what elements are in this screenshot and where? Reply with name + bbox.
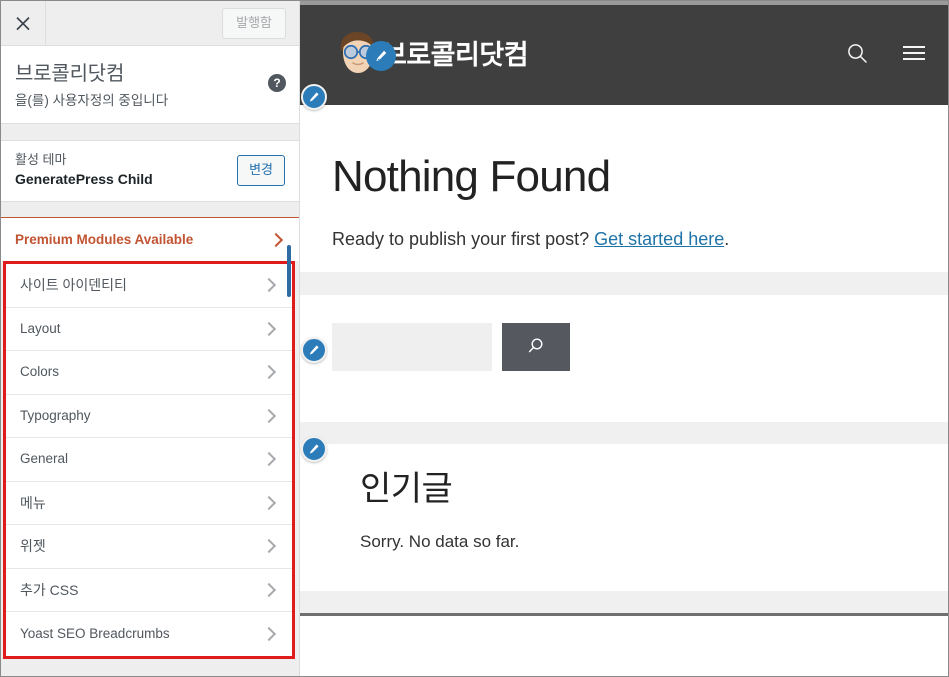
chevron-right-icon <box>261 582 277 597</box>
sidebar-item-widgets[interactable]: 위젯 <box>6 525 292 569</box>
active-theme-label: 활성 테마 <box>15 152 67 167</box>
customizer-sidebar: 발행함 브로콜리닷컴 을(를) 사용자정의 중입니다 ? 활성 테마 Gener… <box>1 1 300 676</box>
search-icon <box>526 336 546 359</box>
section-separator-band-3 <box>300 591 948 613</box>
sidebar-item-typography[interactable]: Typography <box>6 394 292 438</box>
chevron-right-icon <box>261 626 277 641</box>
sidebar-item-label: General <box>20 451 69 467</box>
site-title[interactable]: 브로콜리닷컴 <box>382 38 529 72</box>
help-question-icon[interactable]: ? <box>268 74 286 92</box>
sidebar-item-colors[interactable]: Colors <box>6 351 292 395</box>
pencil-edit-icon-popular-shortcut[interactable] <box>301 436 327 462</box>
pencil-edit-icon[interactable] <box>366 41 396 71</box>
chevron-right-icon <box>261 495 277 510</box>
search-submit-button[interactable] <box>502 323 570 371</box>
chevron-right-icon <box>261 365 277 380</box>
site-name-title: 브로콜리닷컴 <box>15 63 125 85</box>
main-content-block: Nothing Found Ready to publish your firs… <box>300 105 948 272</box>
active-theme-row: 활성 테마 GeneratePress Child 변경 <box>1 140 299 202</box>
sidebar-item-additional-css[interactable]: 추가 CSS <box>6 568 292 612</box>
sidebar-item-label: 추가 CSS <box>20 581 79 598</box>
customizer-action-bar: 발행함 <box>1 1 299 46</box>
pencil-edit-icon-header-shortcut[interactable] <box>301 84 327 110</box>
chevron-right-icon <box>261 278 277 293</box>
publish-button[interactable]: 발행함 <box>222 7 286 39</box>
search-widget <box>332 323 948 371</box>
get-started-link[interactable]: Get started here <box>594 229 724 249</box>
customizing-subtitle: 을(를) 사용자정의 중입니다 <box>15 93 169 108</box>
preview-bottom-rule <box>300 613 948 616</box>
active-theme-info: 활성 테마 GeneratePress Child <box>15 151 237 189</box>
action-bar-spacer <box>46 1 222 45</box>
sidebar-item-general[interactable]: General <box>6 438 292 482</box>
premium-modules-label: Premium Modules Available <box>15 231 194 247</box>
sidebar-item-label: 위젯 <box>20 538 46 555</box>
search-widget-block <box>300 295 948 422</box>
sidebar-item-yoast-seo-breadcrumbs[interactable]: Yoast SEO Breadcrumbs <box>6 612 292 656</box>
header-icon-group <box>846 42 926 69</box>
site-header: 브로콜리닷컴 <box>300 5 948 105</box>
close-x-icon <box>15 15 31 31</box>
first-post-prompt-text: Ready to publish your first post? <box>332 229 590 249</box>
search-input[interactable] <box>332 323 492 371</box>
popular-posts-heading: 인기글 <box>360 470 453 508</box>
chevron-right-icon <box>261 321 277 336</box>
sidebar-item-label: Typography <box>20 407 91 423</box>
customizer-section-list: 사이트 아이덴티티 Layout Colors Typography Gener… <box>3 261 295 659</box>
sidebar-item-label: 메뉴 <box>20 494 46 511</box>
section-separator-band-2 <box>300 422 948 444</box>
site-branding: 브로콜리닷컴 <box>330 27 846 83</box>
sidebar-scrollbar-track[interactable] <box>287 105 295 677</box>
close-customizer-button[interactable] <box>1 1 46 45</box>
popular-posts-block: 인기글 Sorry. No data so far. <box>300 436 948 591</box>
panel-gap-2 <box>1 202 299 217</box>
search-icon[interactable] <box>846 42 868 69</box>
premium-modules-row[interactable]: Premium Modules Available <box>1 217 299 261</box>
sidebar-item-label: Layout <box>20 320 61 336</box>
hamburger-menu-icon[interactable] <box>902 44 926 67</box>
sidebar-item-site-identity[interactable]: 사이트 아이덴티티 <box>6 264 292 308</box>
page-title: Nothing Found <box>332 152 611 201</box>
panel-gap <box>1 124 299 140</box>
sidebar-item-label: Colors <box>20 364 60 380</box>
chevron-right-icon <box>261 452 277 467</box>
chevron-right-icon <box>261 408 277 423</box>
section-separator-band-1 <box>300 272 948 295</box>
first-post-prompt: Ready to publish your first post? Get st… <box>332 226 948 252</box>
customizer-screen: 발행함 브로콜리닷컴 을(를) 사용자정의 중입니다 ? 활성 테마 Gener… <box>0 0 949 677</box>
active-theme-name: GeneratePress Child <box>15 171 153 187</box>
customizer-title-panel: 브로콜리닷컴 을(를) 사용자정의 중입니다 ? <box>1 46 299 124</box>
sidebar-item-label: 사이트 아이덴티티 <box>20 277 127 294</box>
site-avatar-logo[interactable] <box>330 27 396 83</box>
sidebar-item-label: Yoast SEO Breadcrumbs <box>20 625 170 641</box>
sidebar-item-layout[interactable]: Layout <box>6 307 292 351</box>
sidebar-item-menus[interactable]: 메뉴 <box>6 481 292 525</box>
popular-posts-empty-message: Sorry. No data so far. <box>360 532 520 551</box>
chevron-right-icon <box>261 539 277 554</box>
site-preview-pane: 브로콜리닷컴 Nothing Found Ready to publish yo… <box>300 1 948 676</box>
pencil-edit-icon-widget-shortcut[interactable] <box>301 337 327 363</box>
sidebar-scrollbar-thumb[interactable] <box>287 245 291 297</box>
chevron-right-icon <box>268 232 284 247</box>
change-theme-button[interactable]: 변경 <box>237 154 285 186</box>
prompt-suffix: . <box>724 229 730 249</box>
